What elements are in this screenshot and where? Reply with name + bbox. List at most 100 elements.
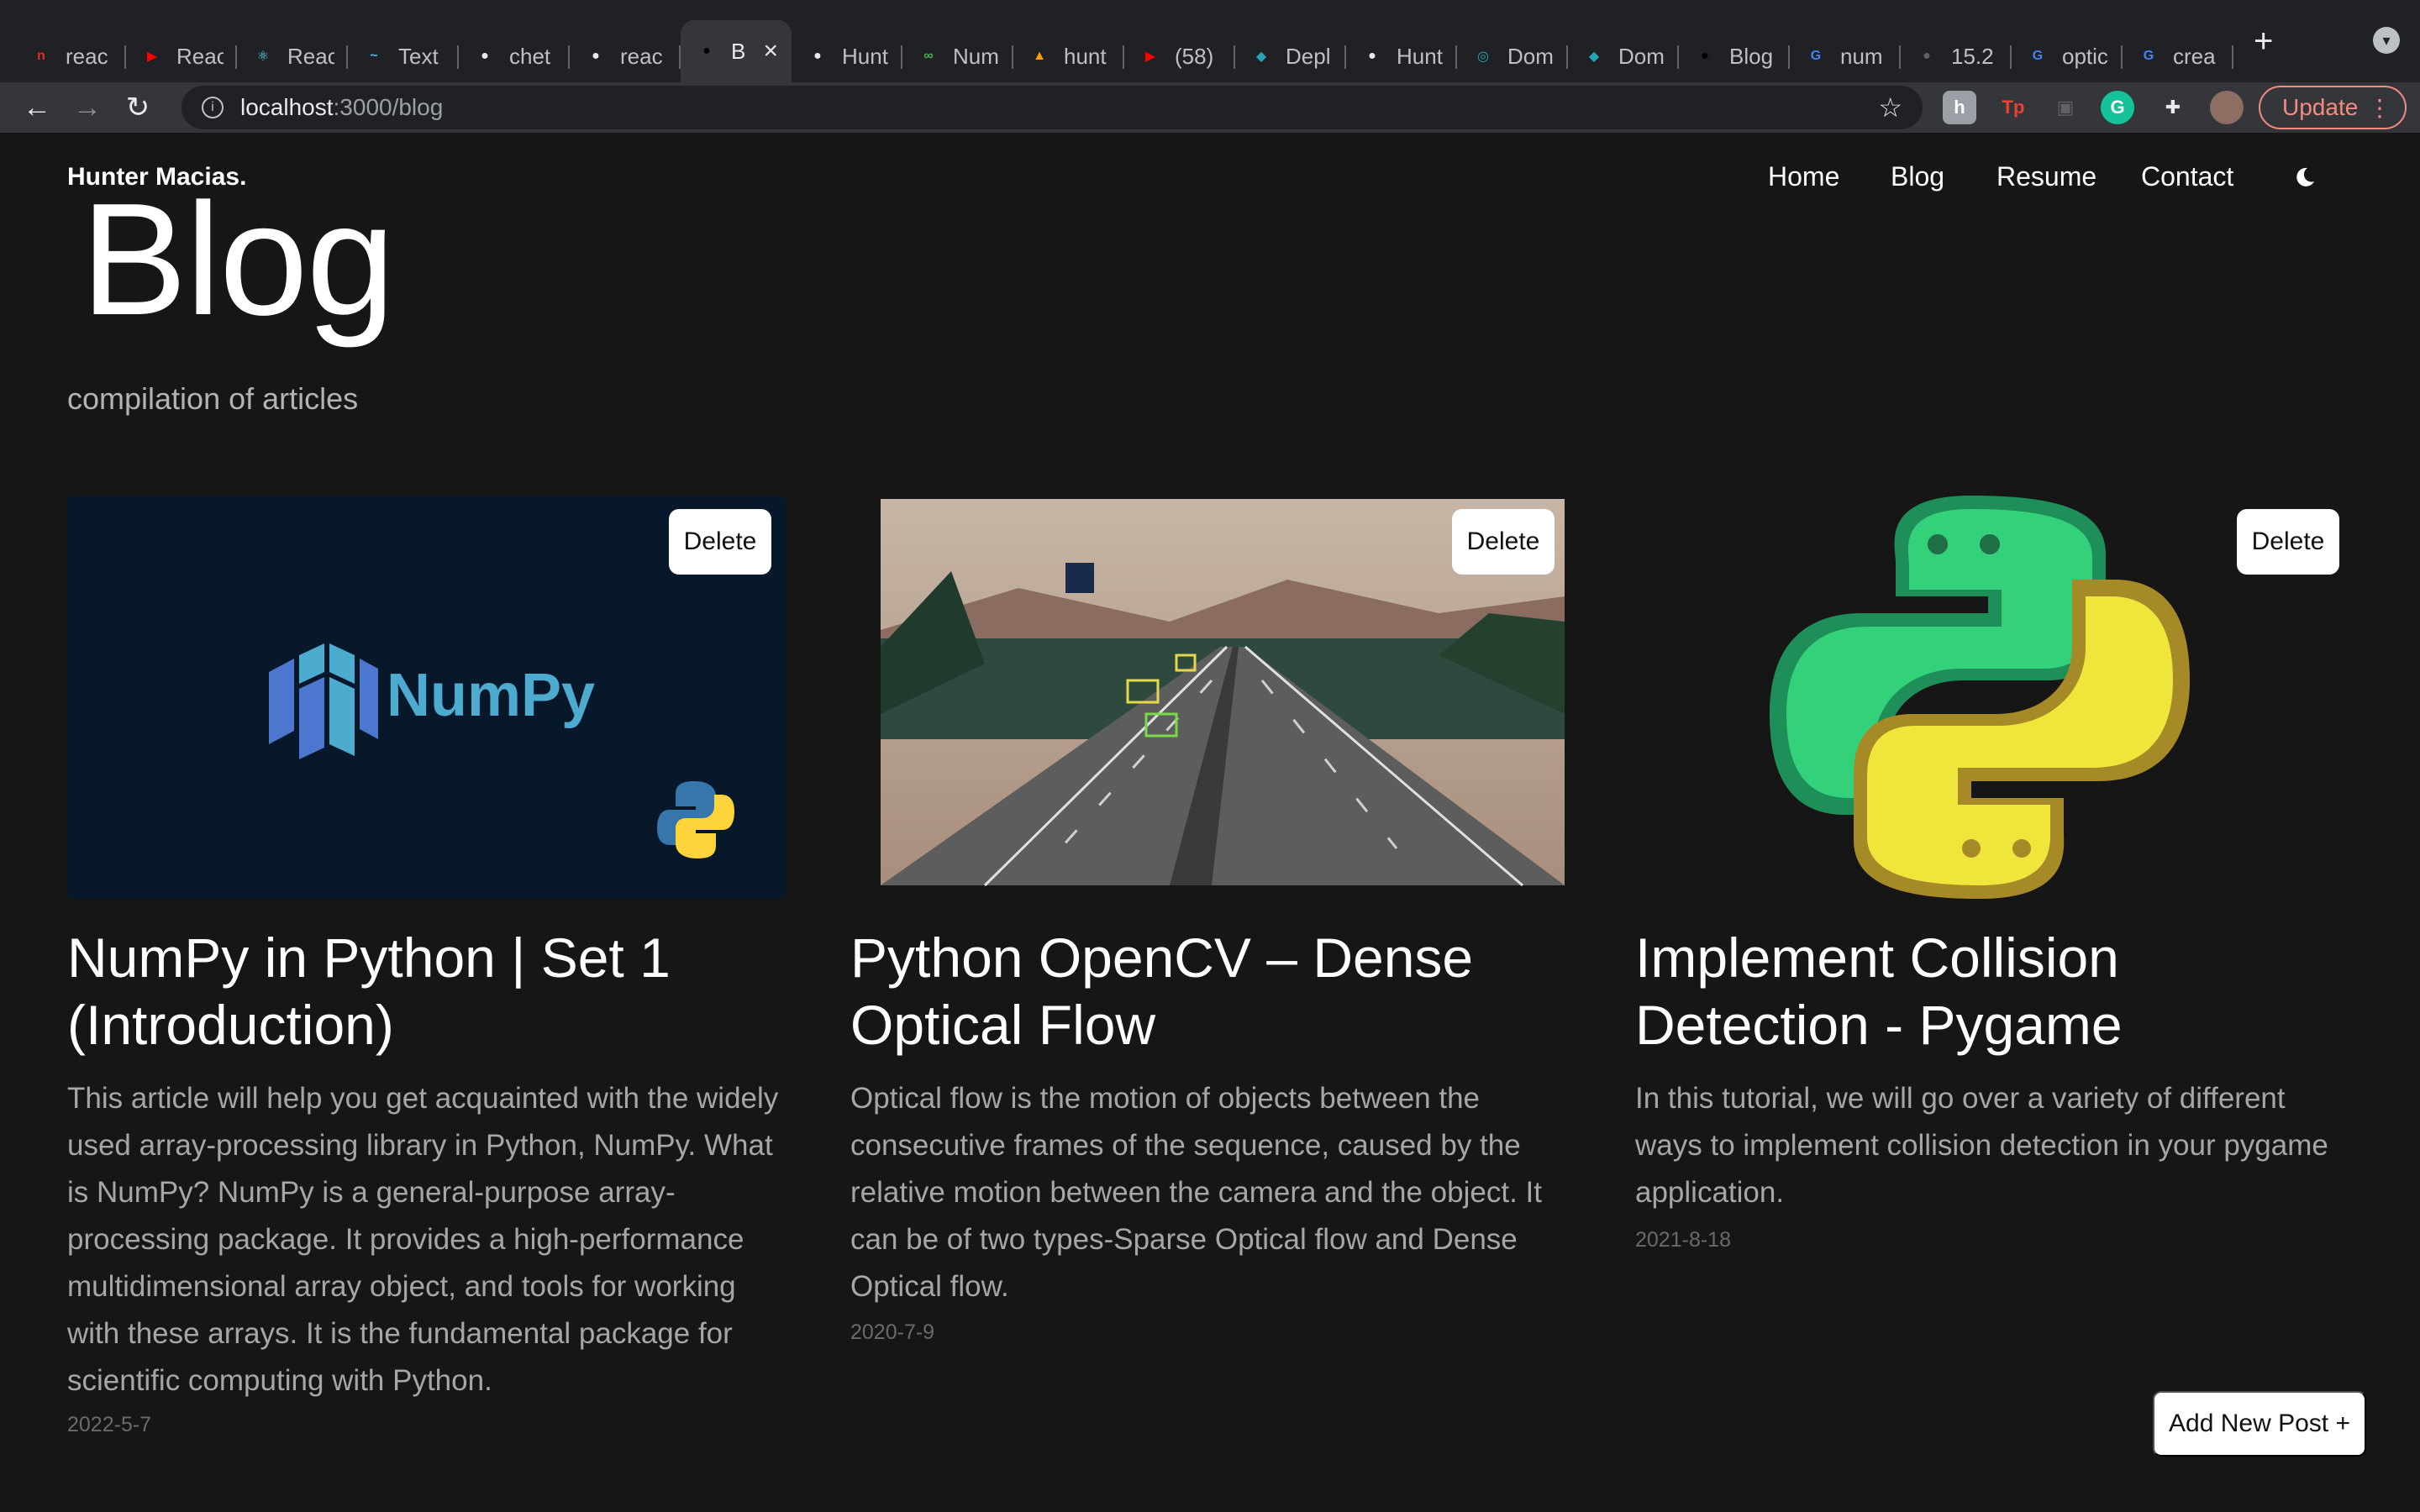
new-tab-button[interactable]: +	[2254, 23, 2273, 60]
browser-tab[interactable]: ◆ Dom	[1568, 30, 1679, 82]
browser-tab[interactable]: ◆ Depl	[1235, 30, 1346, 82]
tab-title: chet	[509, 43, 551, 69]
delete-button[interactable]: Delete	[2237, 509, 2339, 575]
tab-title: Depl	[1286, 43, 1331, 69]
post-image-numpy[interactable]: NumPy Delete	[67, 496, 785, 899]
post-card[interactable]: Delete Python OpenCV – Dense Optical Flo…	[850, 496, 1568, 1344]
post-description: Optical flow is the motion of objects be…	[850, 1082, 1542, 1303]
browser-tab[interactable]: ∞ Num	[902, 30, 1013, 82]
browser-tab[interactable]: n reac	[15, 30, 126, 82]
tab-title: hunt	[1064, 43, 1107, 69]
grammarly-icon[interactable]: G	[2101, 91, 2134, 124]
svg-text:NumPy: NumPy	[387, 662, 595, 729]
post-image-optical-flow[interactable]: Delete	[850, 496, 1568, 899]
tab-close-icon[interactable]: ×	[763, 37, 778, 66]
delete-button[interactable]: Delete	[669, 509, 771, 575]
add-new-post-button[interactable]: Add New Post +	[2153, 1391, 2366, 1457]
tab-favicon-icon: ~	[370, 49, 378, 63]
tab-title: crea	[2173, 43, 2216, 69]
update-button[interactable]: Update ⋮	[2259, 86, 2407, 129]
tab-title: optic	[2062, 43, 2108, 69]
browser-tab[interactable]: Gcrea	[2123, 30, 2233, 82]
extension-robot-icon[interactable]: ▣	[2049, 91, 2082, 124]
nav-home[interactable]: Home	[1768, 161, 1839, 192]
url-host: localhost	[240, 94, 334, 120]
nav-contact[interactable]: Contact	[2141, 161, 2233, 192]
address-bar[interactable]: i localhost:3000/blog ☆	[182, 86, 1923, 129]
tab-favicon-icon: G	[2032, 49, 2044, 63]
tab-favicon-icon: ⚛	[256, 50, 270, 64]
browser-tab[interactable]: ● Hunt	[1346, 30, 1457, 82]
browser-tab[interactable]: ▲ hunt	[1013, 30, 1124, 82]
browser-tab[interactable]: ▶ Reac	[126, 30, 237, 82]
tab-favicon-icon: ◎	[1477, 50, 1489, 64]
url-path: :3000/blog	[333, 94, 444, 120]
browser-tab[interactable]: ~ Text	[348, 30, 459, 82]
browser-tab[interactable]: ▶ (58)	[1124, 30, 1235, 82]
browser-tab[interactable]: ◎ Dom	[1457, 30, 1568, 82]
browser-tab[interactable]: Gnum	[1790, 30, 1901, 82]
post-card[interactable]: NumPy Delete NumPy in Python | Set 1 (In…	[67, 496, 785, 1436]
tab-title: Dom	[1618, 43, 1665, 69]
tab-favicon-icon: ●	[1701, 49, 1709, 63]
extensions-puzzle-icon[interactable]: ✚	[2156, 91, 2190, 124]
page-title: Blog	[81, 171, 395, 349]
tab-favicon-icon: ●	[813, 49, 822, 63]
tab-favicon-icon: ▲	[1033, 49, 1046, 63]
browser-tab[interactable]: ● chet	[459, 30, 570, 82]
nav-resume[interactable]: Resume	[1996, 161, 2096, 192]
tab-title: Blog	[1729, 43, 1774, 69]
post-title[interactable]: Implement Collision Detection - Pygame	[1635, 924, 2353, 1058]
forward-icon[interactable]: →	[62, 92, 113, 124]
browser-tab[interactable]: Goptic	[2012, 30, 2123, 82]
tab-strip: n reac ▶ Reac ⚛ Reac ~ Text ● chet ● reac ● B × ● Hunt ∞ N…	[15, 0, 2233, 82]
tab-favicon-icon: ◆	[1255, 50, 1267, 64]
tab-title: Hunt	[1397, 43, 1443, 69]
post-description: This article will help you get acquainte…	[67, 1082, 779, 1397]
tab-search-icon[interactable]: ▾	[2373, 27, 2400, 54]
post-date: 2021-8-18	[1635, 1228, 1731, 1252]
tab-title: Reac	[287, 43, 334, 69]
browser-tab[interactable]: ● reac	[570, 30, 681, 82]
tab-title: Dom	[1507, 43, 1554, 69]
tab-title: Hunt	[842, 43, 888, 69]
post-description: In this tutorial, we will go over a vari…	[1635, 1082, 2328, 1209]
tab-favicon-icon: ●	[1368, 49, 1376, 63]
post-title[interactable]: Python OpenCV – Dense Optical Flow	[850, 924, 1568, 1058]
post-date: 2020-7-9	[850, 1320, 935, 1344]
browser-tab[interactable]: ● B ×	[681, 20, 792, 82]
post-date: 2022-5-7	[67, 1413, 152, 1436]
tab-favicon-icon: ●	[481, 49, 489, 63]
browser-tab[interactable]: ● Hunt	[792, 30, 902, 82]
delete-button[interactable]: Delete	[1452, 509, 1555, 575]
nav-blog[interactable]: Blog	[1891, 161, 1944, 192]
tab-favicon-icon: ●	[592, 49, 600, 63]
tab-favicon-icon: G	[2143, 49, 2154, 63]
tab-title: num	[1840, 43, 1883, 69]
tab-title: Num	[953, 43, 999, 69]
tab-title: reac	[66, 43, 108, 69]
bookmark-star-icon[interactable]: ☆	[1878, 92, 1902, 123]
tab-favicon-icon: n	[37, 49, 45, 63]
tab-favicon-icon: ●	[702, 44, 711, 58]
profile-avatar[interactable]	[2210, 91, 2244, 124]
extension-h-icon[interactable]: h	[1943, 91, 1976, 124]
reload-icon[interactable]: ↻	[113, 91, 163, 124]
browser-tab[interactable]: ● Blog	[1679, 30, 1790, 82]
dark-mode-toggle-icon[interactable]	[2292, 165, 2317, 190]
post-image-pygame[interactable]: Delete	[1635, 496, 2353, 899]
tab-title: Reac	[176, 43, 224, 69]
post-card[interactable]: Delete Implement Collision Detection - P…	[1635, 496, 2353, 1252]
site-info-icon[interactable]: i	[202, 97, 224, 118]
tab-title: reac	[620, 43, 663, 69]
back-icon[interactable]: ←	[12, 92, 62, 124]
browser-tab[interactable]: ⚛ Reac	[237, 30, 348, 82]
python-logo-icon	[657, 781, 734, 858]
tab-favicon-icon: G	[1810, 49, 1822, 63]
post-title[interactable]: NumPy in Python | Set 1 (Introduction)	[67, 924, 785, 1058]
browser-tab[interactable]: ● 15.2	[1901, 30, 2012, 82]
more-menu-icon[interactable]: ⋮	[2368, 94, 2391, 122]
extension-tp-icon[interactable]: Tp	[1996, 91, 2030, 124]
page-subtitle: compilation of articles	[67, 381, 359, 416]
browser-tab-bar: n reac ▶ Reac ⚛ Reac ~ Text ● chet ● reac ● B × ● Hunt ∞ N…	[0, 0, 2420, 82]
